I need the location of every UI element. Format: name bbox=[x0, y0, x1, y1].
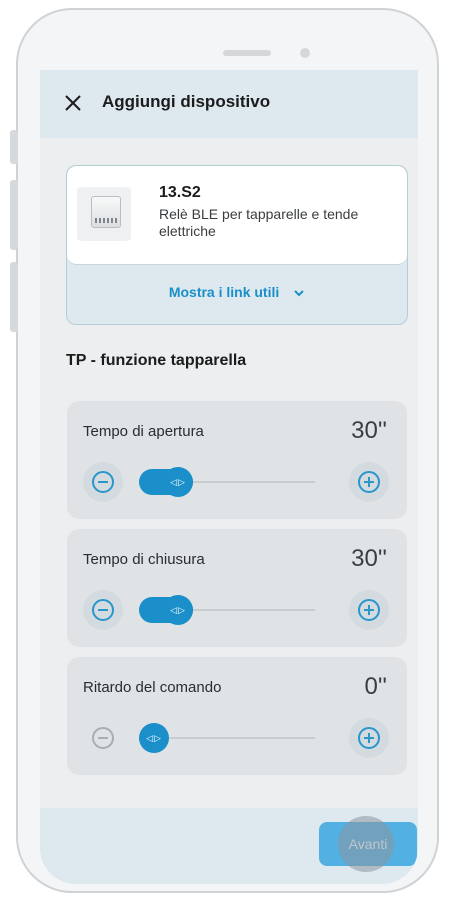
close-button[interactable] bbox=[62, 92, 84, 114]
slider-label: Tempo di apertura bbox=[83, 423, 204, 440]
slider-value: 0'' bbox=[364, 673, 387, 700]
side-button-volume-down bbox=[10, 262, 18, 332]
close-icon bbox=[65, 95, 81, 111]
camera-dot bbox=[300, 48, 310, 58]
product-card: 13.S2 Relè BLE per tapparelle e tende el… bbox=[66, 165, 408, 325]
minus-circle-icon bbox=[92, 471, 114, 493]
increase-button[interactable] bbox=[349, 718, 389, 758]
increase-button[interactable] bbox=[349, 590, 389, 630]
product-description: Relè BLE per tapparelle e tende elettric… bbox=[159, 206, 359, 239]
top-bar: Aggiungi dispositivo bbox=[40, 70, 418, 138]
side-button-volume-up bbox=[10, 180, 18, 250]
section-title: TP - funzione tapparella bbox=[66, 352, 247, 369]
decrease-button[interactable] bbox=[83, 590, 123, 630]
show-links-button[interactable]: Mostra i link utili bbox=[67, 284, 407, 300]
footer-bar: Avanti bbox=[40, 808, 418, 884]
product-image bbox=[77, 187, 131, 241]
relay-device-icon bbox=[91, 196, 121, 228]
decrease-button[interactable] bbox=[83, 462, 123, 502]
side-button-top bbox=[10, 130, 18, 164]
page-title: Aggiungi dispositivo bbox=[102, 92, 271, 111]
slider-handle[interactable]: ◁▷ bbox=[163, 595, 193, 625]
product-code: 13.S2 bbox=[159, 184, 201, 201]
plus-circle-icon bbox=[358, 727, 380, 749]
slider-value: 30'' bbox=[351, 417, 387, 444]
speaker-grille bbox=[223, 50, 271, 56]
minus-circle-icon bbox=[92, 599, 114, 621]
plus-circle-icon bbox=[358, 599, 380, 621]
minus-circle-icon bbox=[92, 727, 114, 749]
plus-circle-icon bbox=[358, 471, 380, 493]
slider-card-opening-time: Tempo di apertura 30'' ◁▷ bbox=[67, 401, 407, 519]
slider-label: Tempo di chiusura bbox=[83, 551, 205, 568]
slider-label: Ritardo del comando bbox=[83, 679, 222, 696]
show-links-label: Mostra i link utili bbox=[168, 284, 280, 300]
slider-handle[interactable]: ◁▷ bbox=[163, 467, 193, 497]
product-info: 13.S2 Relè BLE per tapparelle e tende el… bbox=[67, 166, 407, 265]
decrease-button[interactable] bbox=[83, 718, 123, 758]
slider-value: 30'' bbox=[351, 545, 387, 572]
slider-card-command-delay: Ritardo del comando 0'' ◁▷ bbox=[67, 657, 407, 775]
slider-card-closing-time: Tempo di chiusura 30'' ◁▷ bbox=[67, 529, 407, 647]
increase-button[interactable] bbox=[349, 462, 389, 502]
touch-indicator bbox=[338, 816, 394, 872]
slider-handle[interactable]: ◁▷ bbox=[139, 723, 169, 753]
app-screen: Aggiungi dispositivo 13.S2 Relè BLE per … bbox=[40, 70, 418, 884]
chevron-down-icon bbox=[293, 284, 305, 300]
